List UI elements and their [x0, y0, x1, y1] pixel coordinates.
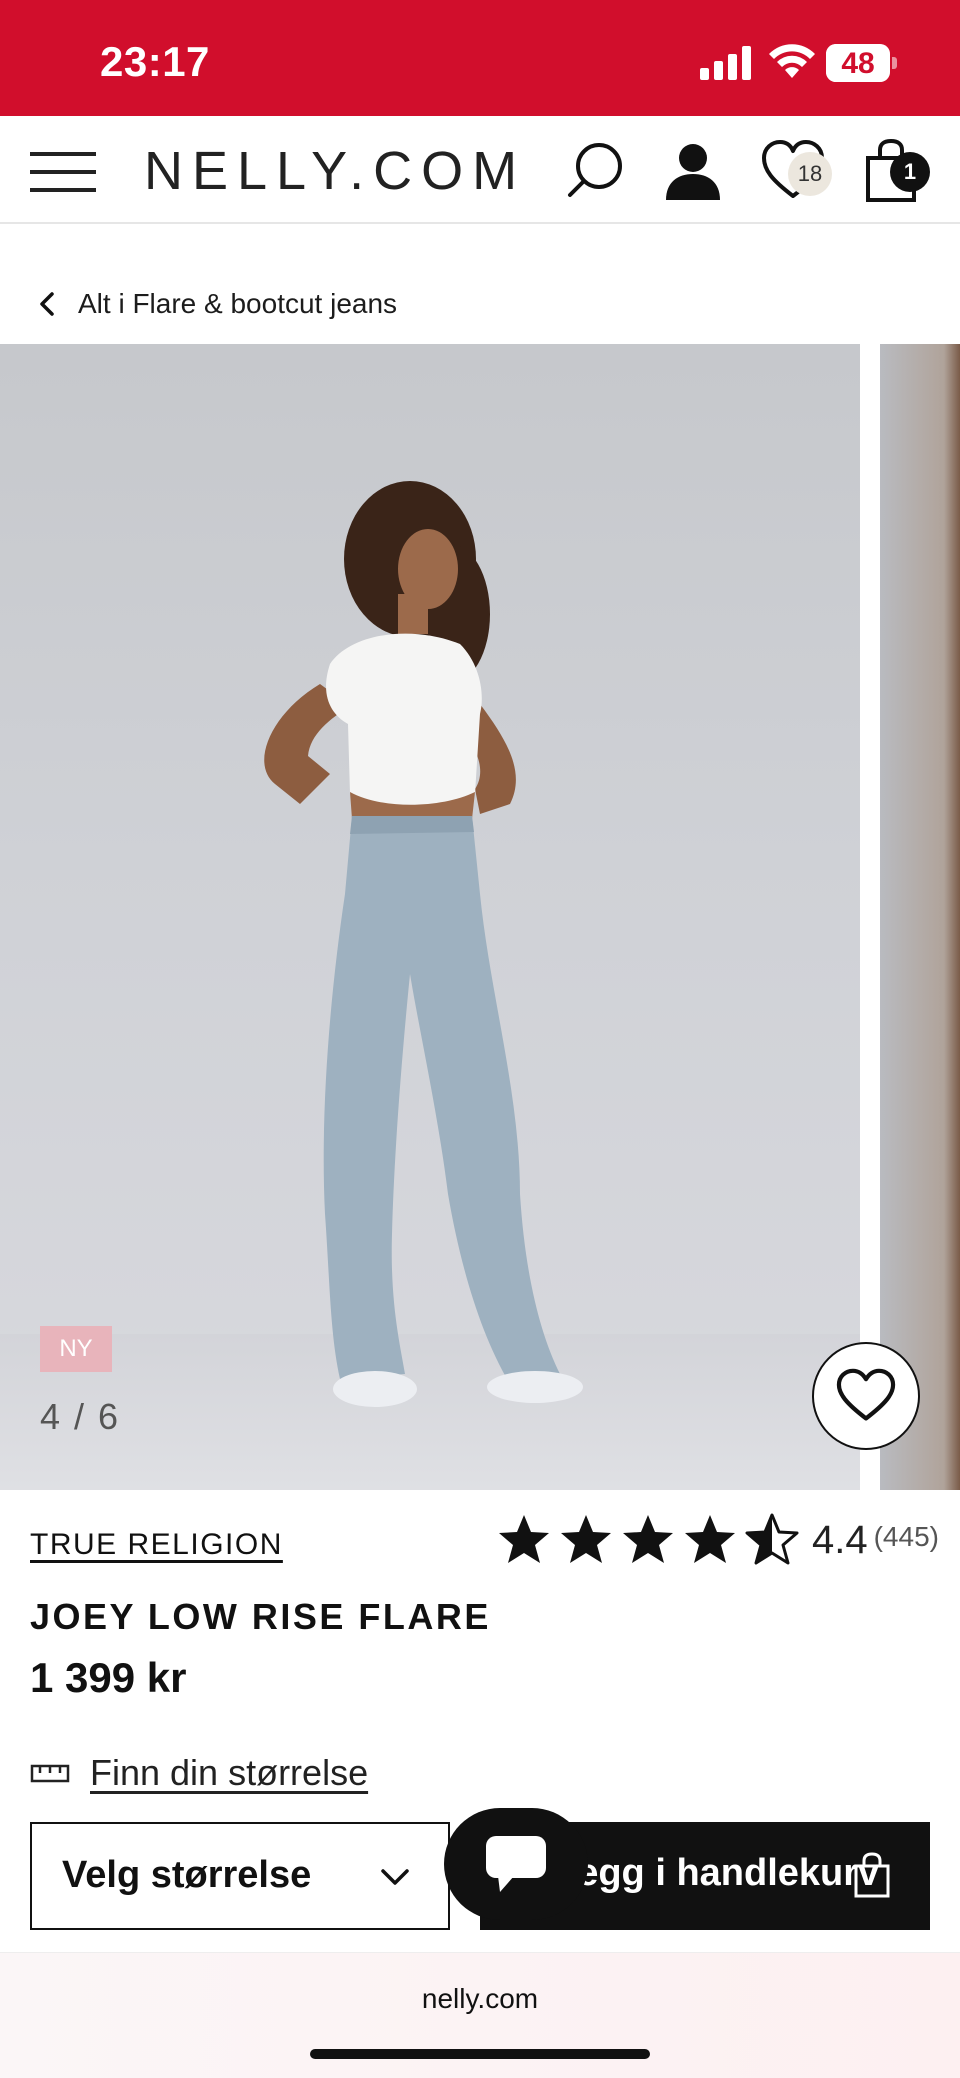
breadcrumb[interactable]: Alt i Flare & bootcut jeans [36, 284, 397, 324]
battery-icon: 48 [826, 44, 898, 82]
product-image[interactable] [0, 344, 860, 1490]
size-guide-link[interactable]: Finn din størrelse [30, 1748, 368, 1798]
status-time: 23:17 [100, 38, 210, 85]
ruler-icon [30, 1764, 70, 1783]
cellular-signal-icon [700, 46, 751, 80]
heart-icon [836, 1368, 896, 1421]
star-icon [685, 1515, 735, 1563]
cart-count-badge: 1 [890, 152, 930, 192]
shopping-bag-icon [854, 1852, 890, 1898]
chat-icon [486, 1836, 546, 1892]
half-star-icon [745, 1513, 799, 1565]
search-icon[interactable] [562, 138, 628, 204]
product-rating[interactable]: 4.4 (445) [496, 1512, 939, 1568]
review-count: (445) [873, 1521, 939, 1552]
image-counter: 4 / 6 [40, 1396, 121, 1437]
size-select-dropdown[interactable]: Velg størrelse [30, 1822, 450, 1930]
wifi-icon [769, 44, 815, 78]
chevron-left-icon [40, 292, 54, 316]
star-icon [499, 1515, 549, 1563]
star-icon [561, 1515, 611, 1563]
home-indicator[interactable] [310, 2049, 650, 2059]
model-illustration [264, 481, 583, 1407]
rating-score: 4.4 [812, 1517, 868, 1562]
account-icon[interactable] [660, 138, 726, 204]
battery-percent: 48 [841, 47, 875, 80]
breadcrumb-label: Alt i Flare & bootcut jeans [78, 288, 398, 319]
chevron-down-icon [381, 1869, 409, 1885]
product-price: 1 399 kr [30, 1654, 187, 1701]
site-logo[interactable]: NELLY.COM [144, 140, 526, 202]
product-name: JOEY LOW RISE FLARE [30, 1596, 491, 1637]
new-badge: NY [40, 1326, 112, 1372]
brand-link[interactable]: TRUE RELIGION [30, 1528, 283, 1562]
add-to-wishlist-button[interactable] [812, 1342, 920, 1450]
chat-support-button[interactable] [444, 1808, 588, 1920]
hamburger-menu-icon[interactable] [30, 146, 96, 198]
star-icon [623, 1515, 673, 1563]
wishlist-count-badge: 18 [788, 152, 832, 196]
browser-url[interactable]: nelly.com [0, 1983, 960, 2015]
browser-bottom-bar: nelly.com [0, 1952, 960, 2078]
next-product-image-peek[interactable] [880, 344, 960, 1490]
status-bar: 23:17 48 [0, 0, 960, 116]
product-image-gallery[interactable]: NY 4 / 6 [0, 344, 960, 1490]
site-header: NELLY.COM 18 1 [0, 116, 960, 224]
rating-stars [496, 1512, 806, 1568]
size-select-label: Velg størrelse [62, 1854, 312, 1896]
size-guide-label: Finn din størrelse [90, 1752, 369, 1793]
add-to-cart-label: Legg i handlekurv [554, 1852, 880, 1894]
